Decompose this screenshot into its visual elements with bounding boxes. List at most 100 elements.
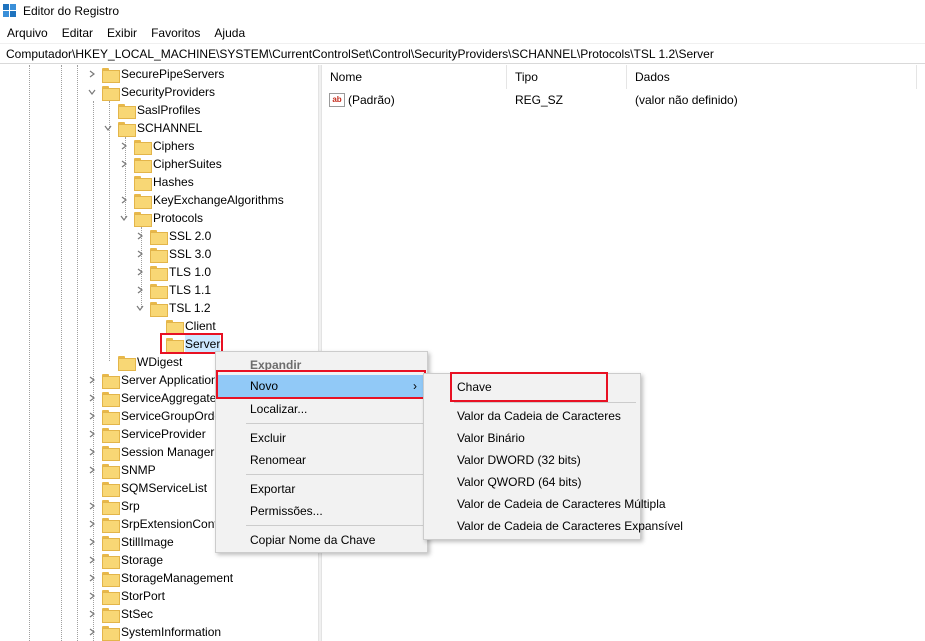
menu-separator <box>246 423 423 424</box>
folder-icon <box>150 229 168 245</box>
chevron-right-icon[interactable] <box>86 551 98 569</box>
tree-node-wdigest[interactable]: WDigest <box>102 353 182 371</box>
tree-node-storagemanagement[interactable]: StorageManagement <box>86 569 233 587</box>
window-title: Editor do Registro <box>23 4 120 18</box>
folder-icon <box>102 481 120 497</box>
tree-node-tsl12[interactable]: TSL 1.2 <box>134 299 211 317</box>
chevron-right-icon[interactable] <box>86 443 98 461</box>
chevron-right-icon[interactable] <box>118 155 130 173</box>
tree-node-ssl20[interactable]: SSL 2.0 <box>134 227 211 245</box>
address-bar[interactable]: Computador\HKEY_LOCAL_MACHINE\SYSTEM\Cur… <box>0 43 925 64</box>
folder-icon <box>150 301 168 317</box>
tree-node-ssl30[interactable]: SSL 3.0 <box>134 245 211 263</box>
folder-icon <box>150 247 168 263</box>
tree-node-keyexchangealgorithms[interactable]: KeyExchangeAlgorithms <box>118 191 284 209</box>
chevron-right-icon[interactable] <box>134 281 146 299</box>
tree-node-srpextensionconfig[interactable]: SrpExtensionConf <box>86 515 218 533</box>
highlight-box-server <box>160 333 223 354</box>
chevron-right-icon[interactable] <box>86 587 98 605</box>
tree-node-storage[interactable]: Storage <box>86 551 163 569</box>
folder-icon <box>102 625 120 641</box>
chevron-down-icon[interactable] <box>134 299 146 317</box>
chevron-right-icon[interactable] <box>86 569 98 587</box>
chevron-right-icon[interactable] <box>134 245 146 263</box>
tree-node-sqmservicelist[interactable]: SQMServiceList <box>86 479 207 497</box>
folder-icon <box>102 391 120 407</box>
menu-item-localizar[interactable]: Localizar... <box>216 398 427 420</box>
tree-node-systeminformation[interactable]: SystemInformation <box>86 623 221 641</box>
menu-item-exportar[interactable]: Exportar <box>216 478 427 500</box>
tree-guide-line <box>109 101 110 361</box>
tree-node-session-manager[interactable]: Session Manager <box>86 443 214 461</box>
tree-node-serviceprovider[interactable]: ServiceProvider <box>86 425 206 443</box>
tree-node-stsec[interactable]: StSec <box>86 605 153 623</box>
chevron-down-icon[interactable] <box>86 83 98 101</box>
chevron-right-icon[interactable] <box>86 497 98 515</box>
chevron-right-icon[interactable] <box>118 191 130 209</box>
folder-icon <box>118 121 136 137</box>
menu-item-renomear[interactable]: Renomear <box>216 449 427 471</box>
tree-guide-line <box>77 65 78 641</box>
chevron-right-icon[interactable] <box>86 533 98 551</box>
chevron-down-icon[interactable] <box>118 209 130 227</box>
tree-node-ciphersuites[interactable]: CipherSuites <box>118 155 222 173</box>
chevron-right-icon[interactable] <box>86 407 98 425</box>
highlight-box-chave <box>450 372 608 402</box>
menu-arquivo[interactable]: Arquivo <box>0 23 55 43</box>
chevron-right-icon[interactable] <box>86 389 98 407</box>
tree-node-snmp[interactable]: SNMP <box>86 461 156 479</box>
folder-icon <box>102 571 120 587</box>
submenu-item-multi-string[interactable]: Valor de Cadeia de Caracteres Múltipla <box>424 493 666 515</box>
tree-node-protocols[interactable]: Protocols <box>118 209 203 227</box>
menu-exibir[interactable]: Exibir <box>100 23 144 43</box>
chevron-right-icon[interactable] <box>134 263 146 281</box>
tree-node-tls11[interactable]: TLS 1.1 <box>134 281 211 299</box>
chevron-right-icon[interactable] <box>86 65 98 83</box>
chevron-right-icon[interactable] <box>86 371 98 389</box>
column-header-nome[interactable]: Nome <box>322 65 507 89</box>
submenu-item-dword[interactable]: Valor DWORD (32 bits) <box>424 449 640 471</box>
menu-item-copiar-nome[interactable]: Copiar Nome da Chave <box>216 529 427 551</box>
value-type: REG_SZ <box>515 93 564 107</box>
chevron-right-icon[interactable] <box>86 461 98 479</box>
chevron-right-icon[interactable] <box>86 425 98 443</box>
menu-favoritos[interactable]: Favoritos <box>144 23 207 43</box>
tree-node-ciphers[interactable]: Ciphers <box>118 137 194 155</box>
chevron-right-icon[interactable] <box>118 137 130 155</box>
chevron-right-icon[interactable] <box>86 623 98 641</box>
menu-separator <box>246 474 423 475</box>
list-item[interactable]: ab (Padrão) REG_SZ (valor não definido) <box>322 90 925 110</box>
tree-node-schannel[interactable]: SCHANNEL <box>102 119 202 137</box>
column-header-dados[interactable]: Dados <box>627 65 917 89</box>
menu-ajuda[interactable]: Ajuda <box>207 23 252 43</box>
tree-node-serviceaggregate[interactable]: ServiceAggregate <box>86 389 216 407</box>
tree-node-srp[interactable]: Srp <box>86 497 140 515</box>
menu-item-permissoes[interactable]: Permissões... <box>216 500 427 522</box>
column-header-tipo[interactable]: Tipo <box>507 65 627 89</box>
submenu-item-string[interactable]: Valor da Cadeia de Caracteres <box>424 405 640 427</box>
tree-node-hashes[interactable]: Hashes <box>118 173 194 191</box>
menu-separator <box>246 525 423 526</box>
chevron-right-icon[interactable] <box>86 605 98 623</box>
submenu-item-expandable-string[interactable]: Valor de Cadeia de Caracteres Expansível <box>424 515 683 537</box>
tree-node-securepipeservers[interactable]: SecurePipeServers <box>86 65 224 83</box>
tree-node-storport[interactable]: StorPort <box>86 587 165 605</box>
menu-editar[interactable]: Editar <box>55 23 100 43</box>
tree-node-server-application[interactable]: Server Application <box>86 371 218 389</box>
folder-icon <box>134 157 152 173</box>
tree-node-saslprofiles[interactable]: SaslProfiles <box>102 101 200 119</box>
title-bar: Editor do Registro <box>0 0 925 22</box>
submenu-item-binary[interactable]: Valor Binário <box>424 427 640 449</box>
tree-node-servicegrouporder[interactable]: ServiceGroupOrde <box>86 407 221 425</box>
chevron-right-icon[interactable] <box>134 227 146 245</box>
tree-node-securityproviders[interactable]: SecurityProviders <box>86 83 215 101</box>
folder-icon <box>134 175 152 191</box>
submenu-item-qword[interactable]: Valor QWORD (64 bits) <box>424 471 640 493</box>
tree-node-stillimage[interactable]: StillImage <box>86 533 174 551</box>
chevron-down-icon[interactable] <box>102 119 114 137</box>
address-path[interactable]: Computador\HKEY_LOCAL_MACHINE\SYSTEM\Cur… <box>6 47 714 61</box>
folder-icon <box>102 589 120 605</box>
chevron-right-icon[interactable] <box>86 515 98 533</box>
tree-node-tls10[interactable]: TLS 1.0 <box>134 263 211 281</box>
menu-item-excluir[interactable]: Excluir <box>216 427 427 449</box>
